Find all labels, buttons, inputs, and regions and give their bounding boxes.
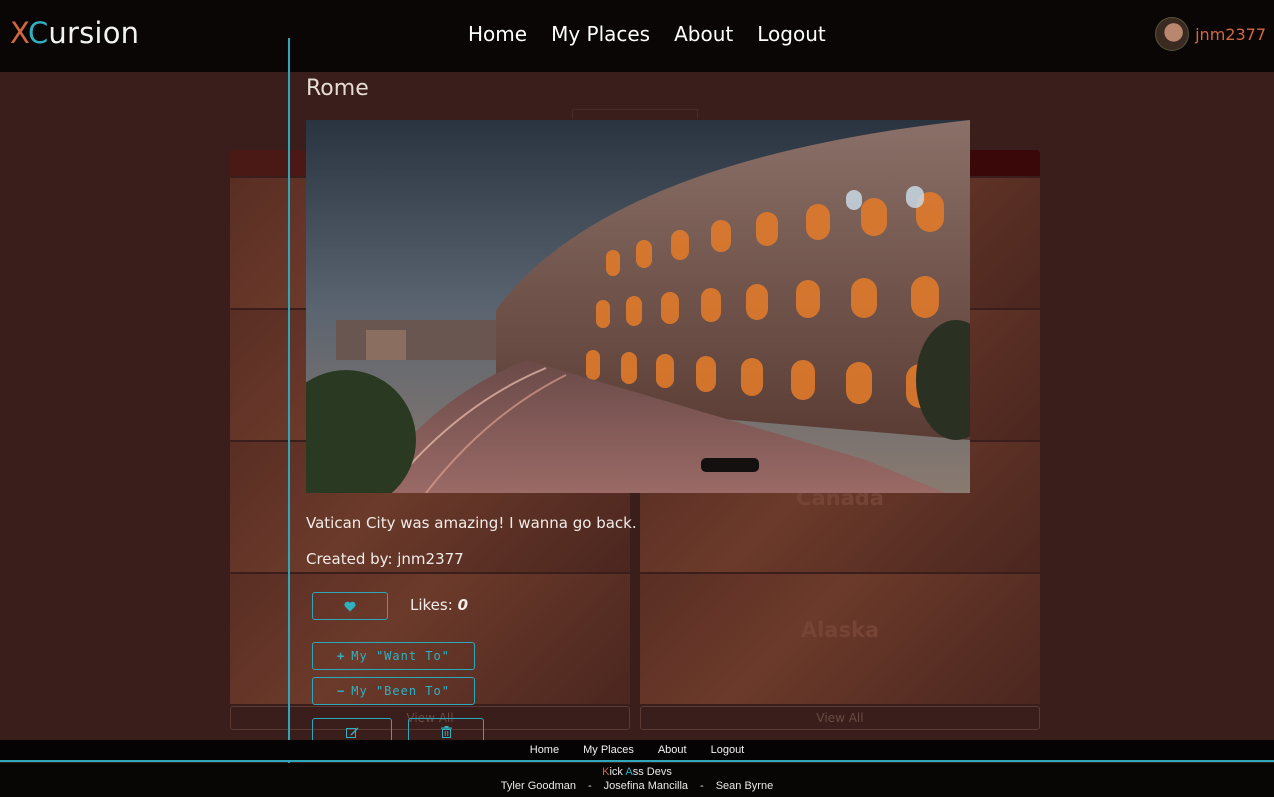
footer-devs: Tyler Goodman - Josefina Mancilla - Sean… [0,780,1274,792]
footer-about-link[interactable]: About [658,744,687,756]
place-detail-modal: Rome Vatican City was amazing! I wanna g… [288,72,988,764]
place-photo [306,120,970,493]
separator: - [588,780,592,792]
want-to-label: My "Want To" [351,649,450,663]
edit-icon [345,727,358,738]
place-title: Rome [306,76,369,101]
remove-been-to-button[interactable]: − My "Been To" [312,677,475,705]
modal-border-top [288,38,290,72]
minus-icon: − [337,684,346,698]
username-label[interactable]: jnm2377 [1195,25,1266,44]
dev-name: Josefina Mancilla [603,780,689,792]
add-want-to-button[interactable]: + My "Want To" [312,642,475,670]
likes-label: Likes: [410,596,453,614]
likes-count: 0 [457,596,468,614]
trash-icon [440,726,452,738]
nav-my-places-link[interactable]: My Places [551,22,650,46]
footer-credit: Kick Ass Devs [602,766,672,778]
user-menu[interactable]: jnm2377 [1155,17,1266,51]
nav-logout-link[interactable]: Logout [757,22,825,46]
separator: - [700,780,704,792]
brand-rest: ursion [48,16,140,50]
footer-my-places-link[interactable]: My Places [583,744,634,756]
brand-c: C [27,16,49,50]
likes-counter: Likes: 0 [410,596,468,614]
footer-nav: Home My Places About Logout [0,740,1274,762]
colosseum-image [306,120,970,493]
been-to-label: My "Been To" [351,684,450,698]
avatar[interactable] [1155,17,1190,51]
footer: Kick Ass Devs Tyler Goodman - Josefina M… [0,763,1274,797]
footer-home-link[interactable]: Home [530,744,559,756]
nav-home-link[interactable]: Home [468,22,527,46]
main-nav: Home My Places About Logout [468,22,826,46]
dev-name: Tyler Goodman [500,780,576,792]
place-description: Vatican City was amazing! I wanna go bac… [306,514,637,532]
plus-icon: + [337,649,346,663]
dev-name: Sean Byrne [715,780,774,792]
like-button[interactable] [312,592,388,620]
brand-x: X [10,16,28,50]
nav-about-link[interactable]: About [674,22,733,46]
footer-logout-link[interactable]: Logout [711,744,745,756]
brand-logo[interactable]: XCursion [10,16,139,50]
created-by-label: Created by: jnm2377 [306,550,464,568]
heart-icon [344,601,356,611]
top-navbar: XCursion Home My Places About Logout jnm… [0,0,1274,72]
